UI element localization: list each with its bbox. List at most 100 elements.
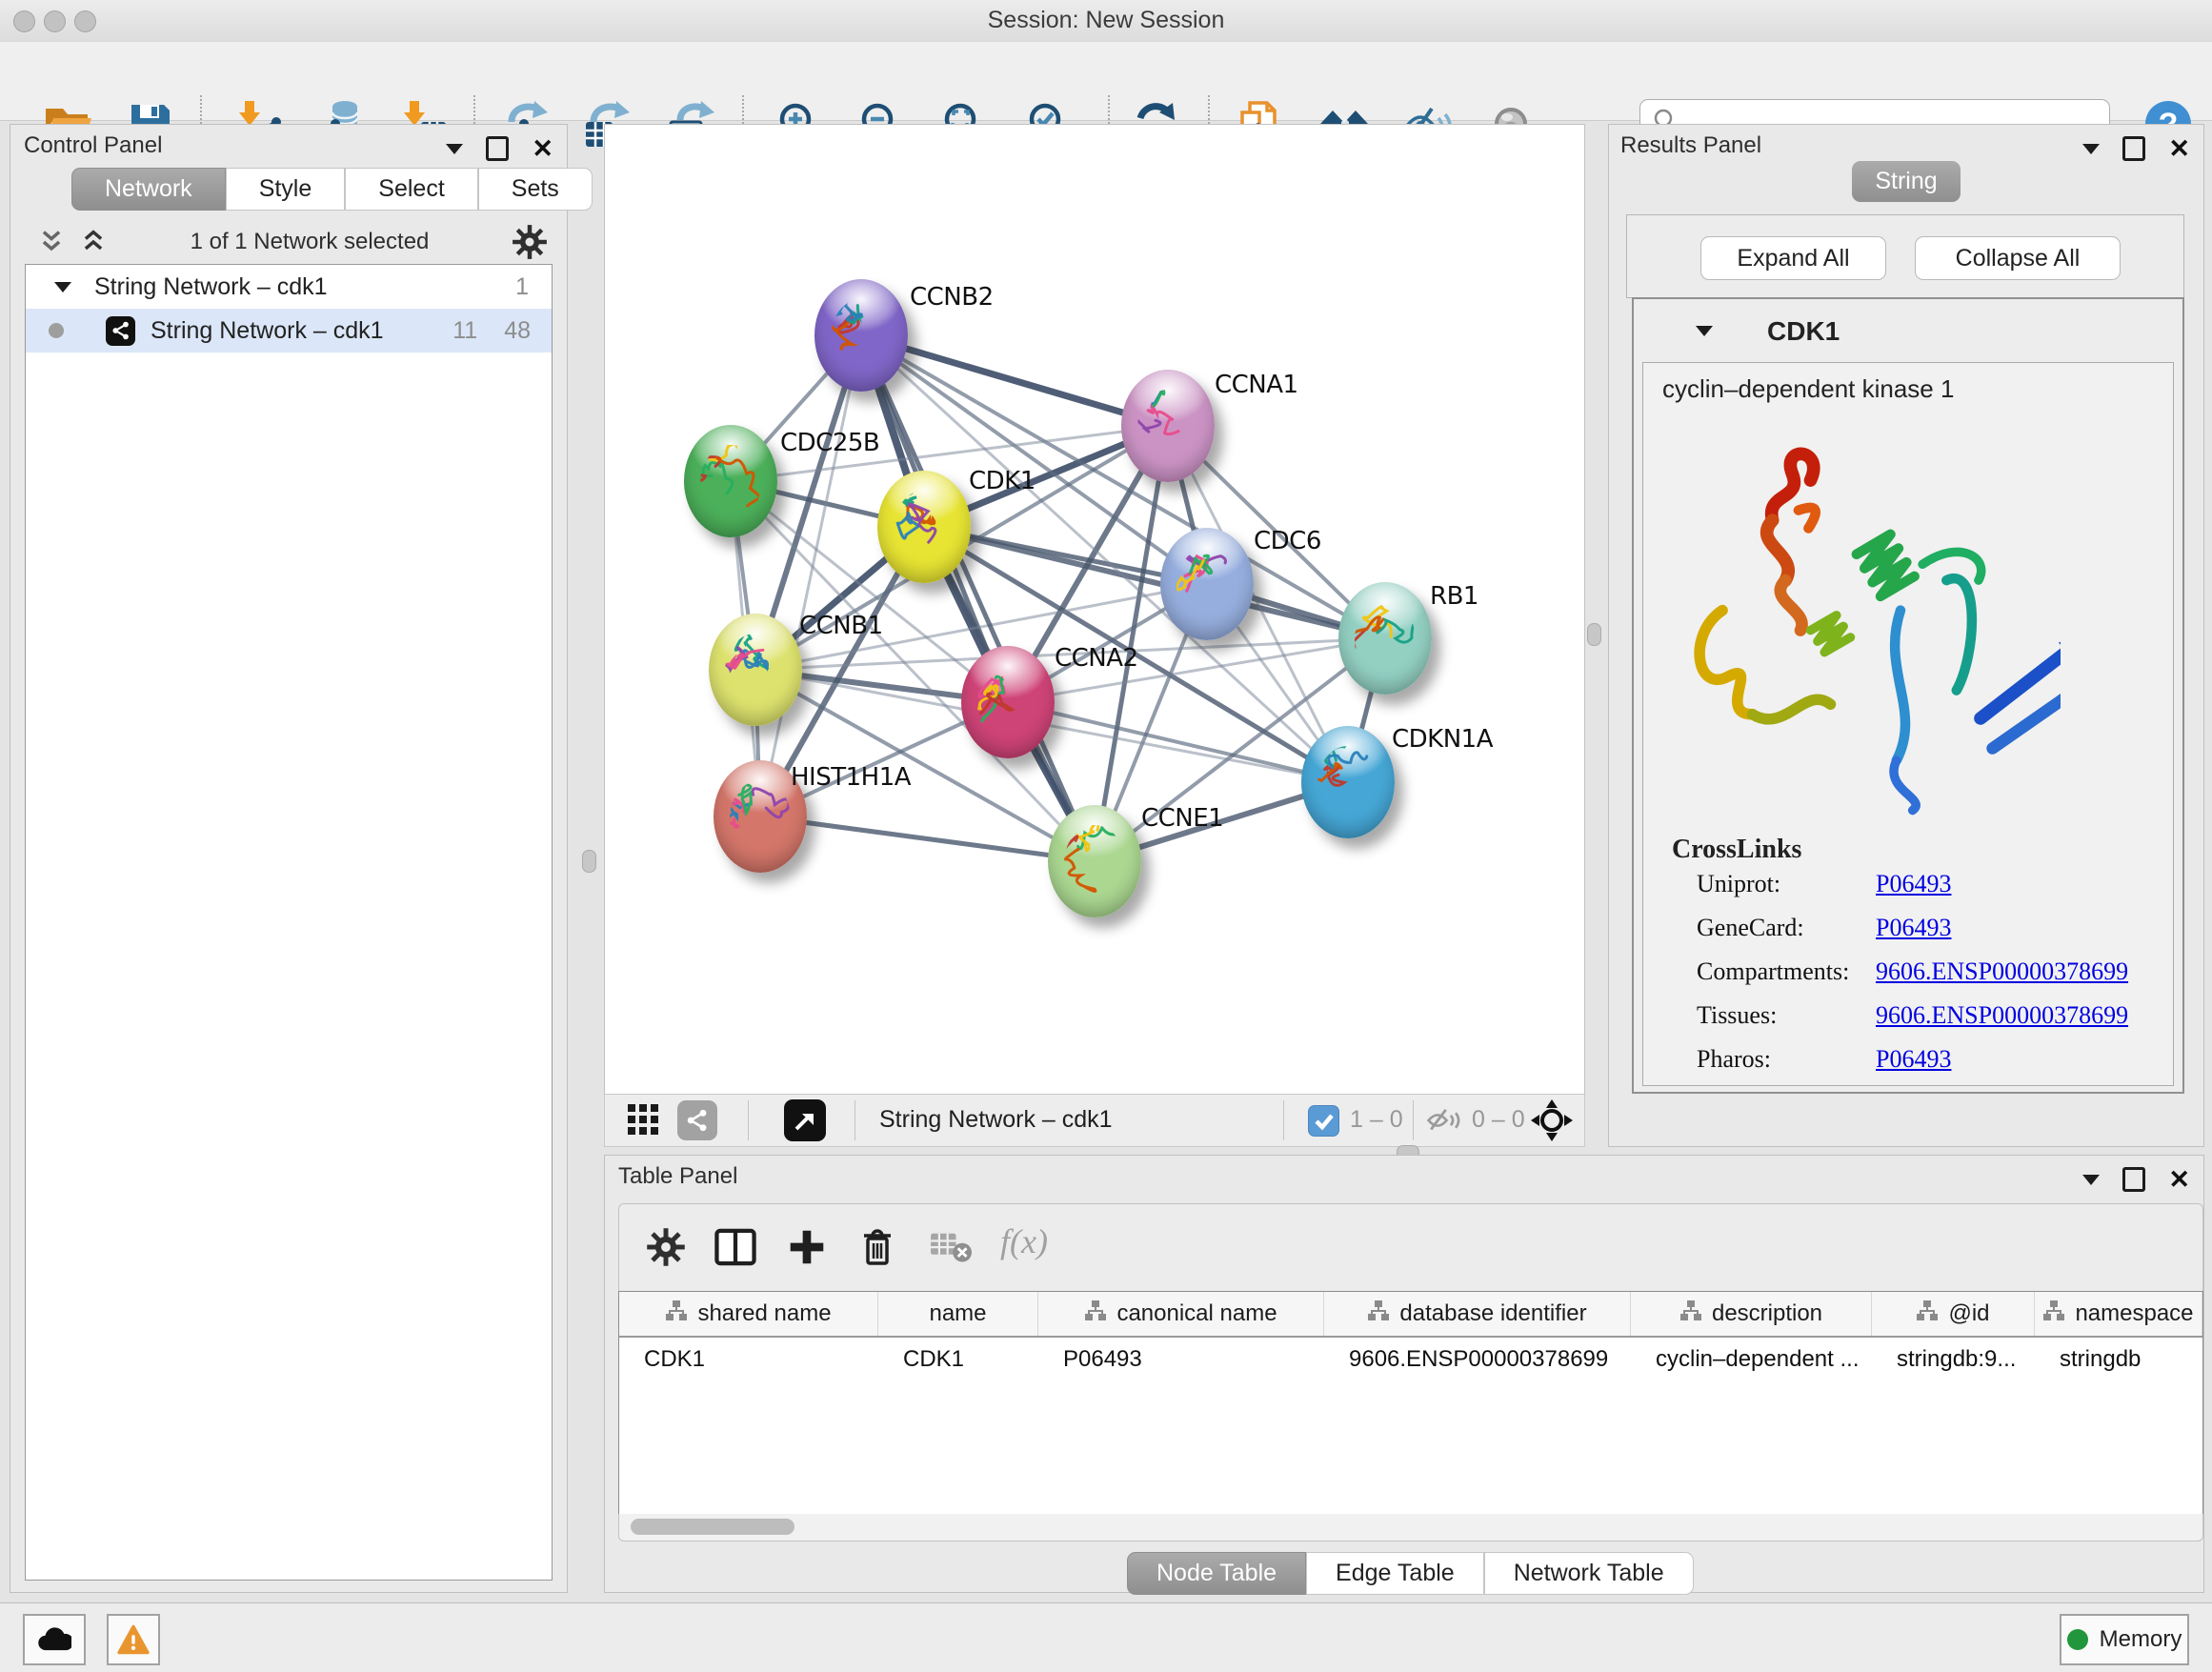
panel-close-icon[interactable]: ✕ <box>2168 1170 2190 1189</box>
network-options-gear-icon[interactable] <box>512 224 548 260</box>
crosslink-link[interactable]: P06493 <box>1876 870 1951 898</box>
crosslink-link[interactable]: 9606.ENSP00000378699 <box>1876 957 2128 986</box>
network-node-cdk1[interactable] <box>877 471 971 583</box>
delete-table-icon[interactable] <box>930 1227 972 1265</box>
table-cell[interactable]: CDK1 <box>619 1346 878 1373</box>
table-cell[interactable]: cyclin–dependent ... <box>1631 1346 1872 1373</box>
protein-thumbnail <box>1301 726 1395 838</box>
network-node-rb1[interactable] <box>1338 582 1432 695</box>
table-row[interactable]: CDK1CDK1P064939606.ENSP00000378699cyclin… <box>619 1338 2202 1381</box>
cloud-button[interactable] <box>23 1614 86 1665</box>
column-header[interactable]: namespace <box>2035 1292 2202 1336</box>
gene-section: CDK1 cyclin–dependent kinase 1 <box>1632 297 2184 1094</box>
warning-button[interactable] <box>107 1614 160 1665</box>
selected-checkbox[interactable] <box>1308 1105 1339 1137</box>
table-cell[interactable]: CDK1 <box>878 1346 1038 1373</box>
table-panel: Table Panel ✕ f(x) shared namenamecanoni… <box>604 1155 2204 1593</box>
table-cell[interactable]: 9606.ENSP00000378699 <box>1324 1346 1631 1373</box>
column-header[interactable]: description <box>1631 1292 1872 1336</box>
tab-style[interactable]: Style <box>226 168 346 211</box>
toolbar-separator <box>1413 1100 1414 1140</box>
tab-network-table[interactable]: Network Table <box>1484 1552 1694 1595</box>
panel-float-icon[interactable] <box>486 136 509 161</box>
network-edge[interactable] <box>1008 702 1348 782</box>
table-cell[interactable]: stringdb <box>2035 1346 2202 1373</box>
show-columns-icon[interactable] <box>714 1227 756 1267</box>
crosslink-link[interactable]: 9606.ENSP00000378699 <box>1876 1001 2128 1030</box>
column-header[interactable]: @id <box>1872 1292 2035 1336</box>
crosslink-link[interactable]: P06493 <box>1876 914 1951 942</box>
tab-select[interactable]: Select <box>345 168 477 211</box>
column-type-icon <box>1084 1299 1107 1329</box>
network-node-ccna2[interactable] <box>961 646 1055 758</box>
network-edge[interactable] <box>760 335 861 816</box>
network-edge[interactable] <box>760 816 1095 861</box>
control-panel-tabs: NetworkStyleSelectSets <box>71 168 593 211</box>
node-label-cdk1: CDK1 <box>969 467 1036 495</box>
scrollbar-thumb[interactable] <box>631 1519 794 1535</box>
column-header[interactable]: name <box>878 1292 1038 1336</box>
right-splitter-handle[interactable] <box>1587 623 1601 646</box>
tab-sets[interactable]: Sets <box>478 168 593 211</box>
tree-expand-icon[interactable] <box>54 282 71 292</box>
protein-thumbnail <box>814 279 908 392</box>
table-tabs: Node TableEdge TableNetwork Table <box>1127 1552 1694 1595</box>
horizontal-scrollbar[interactable] <box>618 1514 2203 1541</box>
column-type-icon <box>665 1299 688 1329</box>
node-count: 11 <box>452 317 477 345</box>
panel-menu-icon[interactable] <box>446 144 463 154</box>
tab-network[interactable]: Network <box>71 168 226 211</box>
main-toolbar: ? <box>0 42 2212 121</box>
table-cell[interactable]: stringdb:9... <box>1872 1346 2035 1373</box>
toolbar-separator <box>748 1100 749 1140</box>
panel-float-icon[interactable] <box>2122 1167 2145 1192</box>
control-panel-title: Control Panel <box>24 132 162 159</box>
collapse-all-button[interactable]: Collapse All <box>1915 236 2121 280</box>
grid-view-icon[interactable] <box>628 1104 660 1137</box>
network-tree-child-row[interactable]: String Network – cdk1 11 48 <box>26 309 552 353</box>
crosslink-label: Tissues: <box>1697 1001 1777 1030</box>
network-view-type-icon[interactable] <box>677 1100 717 1140</box>
left-splitter-handle[interactable] <box>582 850 596 873</box>
panel-menu-icon[interactable] <box>2082 1175 2100 1185</box>
network-node-cdc6[interactable] <box>1160 528 1254 640</box>
panel-menu-icon[interactable] <box>2082 144 2100 154</box>
collapse-all-chevron-icon[interactable] <box>37 228 66 256</box>
network-tree-root-row[interactable]: String Network – cdk1 1 <box>26 265 552 309</box>
function-builder-icon[interactable]: f(x) <box>1000 1221 1048 1261</box>
network-node-cdc25b[interactable] <box>684 425 777 537</box>
node-table[interactable]: shared namenamecanonical namedatabase id… <box>618 1291 2203 1516</box>
delete-column-trash-icon[interactable] <box>857 1227 897 1267</box>
network-node-ccnb2[interactable] <box>814 279 908 392</box>
network-node-cdkn1a[interactable] <box>1301 726 1395 838</box>
fit-crosshair-icon[interactable] <box>1531 1099 1573 1141</box>
selected-count: 1 – 0 <box>1350 1106 1403 1134</box>
network-view-canvas[interactable]: CCNB2CCNA1CDC25BCDK1CDC6RB1CCNB1CCNA2CDK… <box>604 124 1585 1096</box>
section-collapse-icon[interactable] <box>1696 326 1713 336</box>
create-column-plus-icon[interactable] <box>787 1227 827 1267</box>
table-cell[interactable]: P06493 <box>1038 1346 1324 1373</box>
column-header[interactable]: database identifier <box>1324 1292 1631 1336</box>
results-panel: Results Panel ✕ String Expand All Collap… <box>1608 124 2204 1147</box>
network-node-ccne1[interactable] <box>1048 805 1141 917</box>
tab-edge-table[interactable]: Edge Table <box>1306 1552 1484 1595</box>
panel-float-icon[interactable] <box>2122 136 2145 161</box>
protein-thumbnail <box>877 471 971 583</box>
network-node-ccna1[interactable] <box>1121 370 1215 482</box>
expand-all-button[interactable]: Expand All <box>1700 236 1886 280</box>
hidden-eye-icon[interactable] <box>1426 1104 1462 1137</box>
column-header[interactable]: shared name <box>619 1292 878 1336</box>
panel-close-icon[interactable]: ✕ <box>2168 139 2190 158</box>
tab-node-table[interactable]: Node Table <box>1127 1552 1306 1595</box>
table-options-gear-icon[interactable] <box>646 1227 686 1267</box>
column-header-label: @id <box>1948 1300 1989 1327</box>
memory-button[interactable]: Memory <box>2060 1614 2189 1665</box>
panel-close-icon[interactable]: ✕ <box>532 139 553 158</box>
crosslink-row: Compartments:9606.ENSP00000378699 <box>1643 957 2173 1001</box>
column-header[interactable]: canonical name <box>1038 1292 1324 1336</box>
crosslink-link[interactable]: P06493 <box>1876 1045 1951 1074</box>
tab-string[interactable]: String <box>1852 161 1961 202</box>
expand-all-chevron-icon[interactable] <box>79 228 108 256</box>
detach-view-icon[interactable] <box>784 1099 826 1141</box>
network-node-ccnb1[interactable] <box>709 614 802 726</box>
